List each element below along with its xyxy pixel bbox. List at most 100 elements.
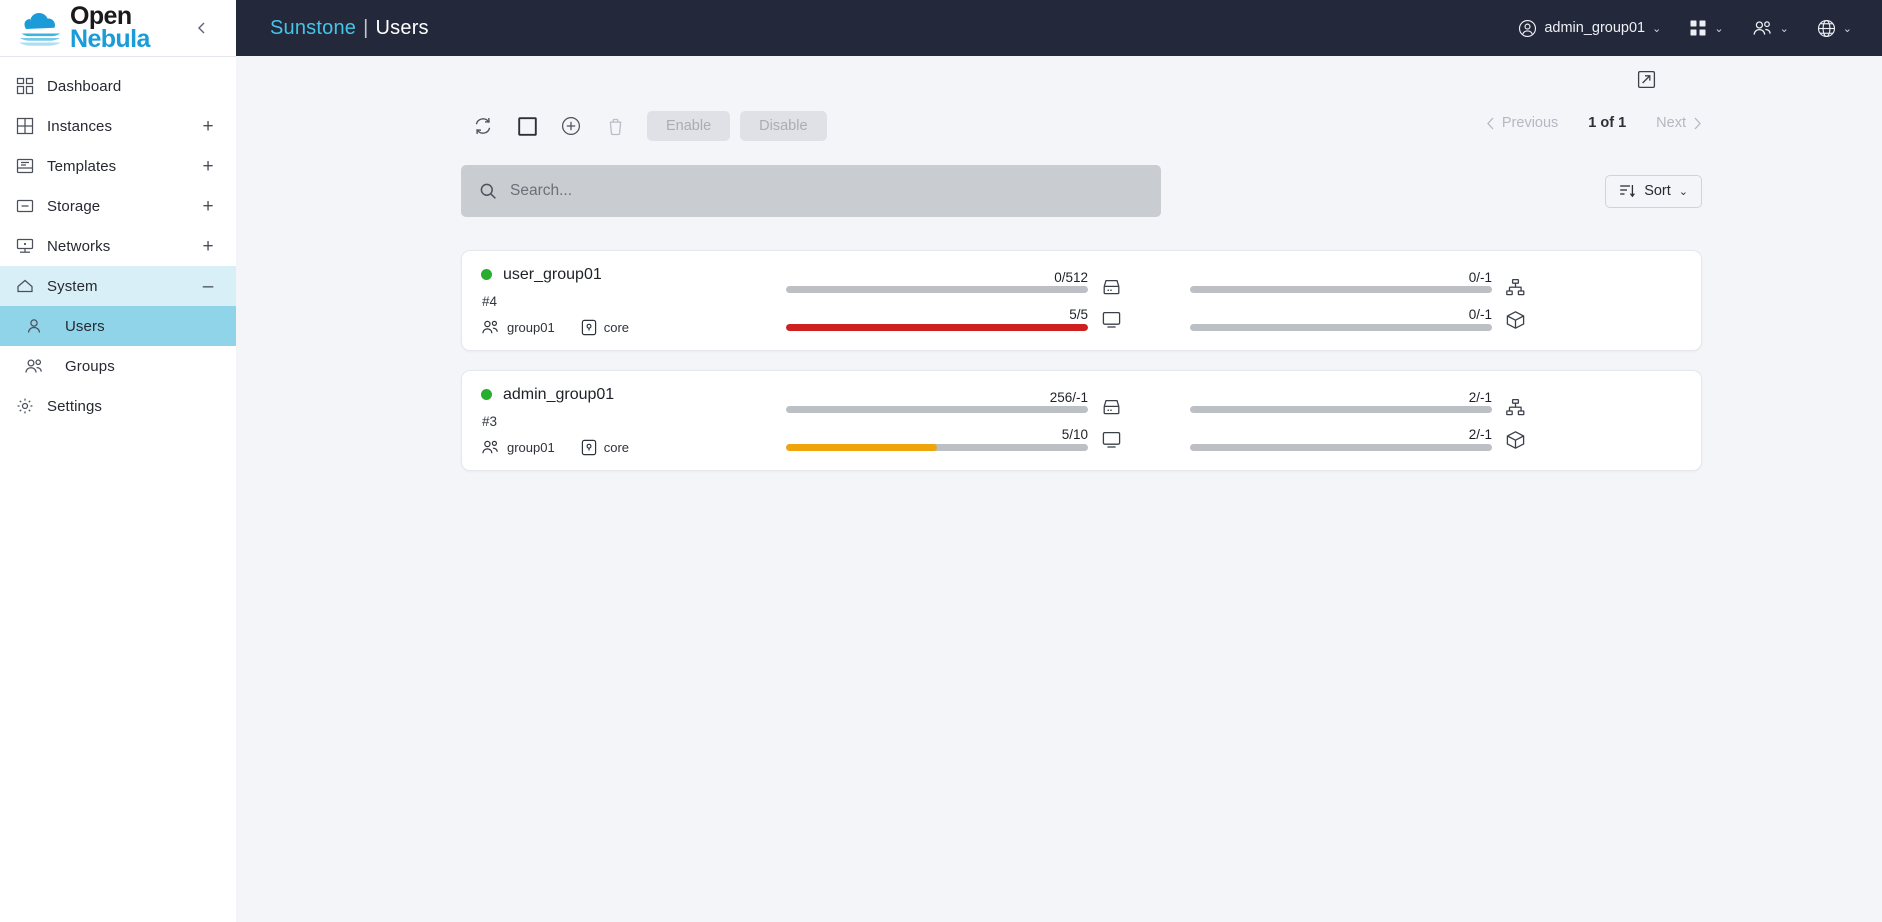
cloud-logo-icon (18, 8, 64, 48)
image-quota-icon (1505, 310, 1526, 330)
trash-icon[interactable] (593, 106, 637, 146)
user-menu[interactable]: admin_group01 ⌄ (1518, 19, 1661, 38)
topbar: Sunstone | Users admin_group01 ⌄ ⌄ ⌄ ⌄ (236, 0, 1882, 56)
chevron-down-icon: ⌄ (1678, 185, 1688, 198)
apps-grid-icon (1689, 19, 1707, 37)
user-info: user_group01 #4 group01 core (478, 251, 758, 350)
sidebar-item-groups[interactable]: Groups (0, 346, 236, 386)
user-title-row: admin_group01 (481, 386, 758, 404)
lock-icon (581, 319, 597, 336)
dashboard-icon (8, 77, 42, 95)
sidebar-item-storage[interactable]: Storage + (0, 186, 236, 226)
next-label: Next (1656, 115, 1686, 131)
search-icon (479, 182, 497, 200)
select-all-icon[interactable] (505, 106, 549, 146)
page-indicator: 1 of 1 (1588, 115, 1627, 131)
previous-button[interactable]: Previous (1486, 115, 1558, 131)
chevron-down-icon: ⌄ (1842, 22, 1852, 35)
app-name: Sunstone (270, 16, 357, 39)
quota-image-label: 2/-1 (1468, 427, 1492, 442)
next-button[interactable]: Next (1656, 115, 1702, 131)
user-title-row: user_group01 (481, 266, 758, 284)
quota-bars-resources: 0/-1 0/-1 (1190, 270, 1492, 331)
sidebar-item-settings[interactable]: Settings (0, 386, 236, 426)
enable-button[interactable]: Enable (647, 111, 731, 141)
add-circle-icon[interactable] (549, 106, 593, 146)
sidebar-item-system[interactable]: System – (0, 266, 236, 306)
sidebar-item-users[interactable]: Users (0, 306, 236, 346)
sidebar-item-instances[interactable]: Instances + (0, 106, 236, 146)
quota-image-label: 0/-1 (1468, 307, 1492, 322)
logo-wordmark: Open Nebula (70, 3, 150, 53)
sidebar: Open Nebula Dashboard Instances + Templa… (0, 0, 236, 922)
user-auth: core (581, 319, 629, 336)
quota-bars-compute: 256/-1 5/10 (786, 389, 1088, 451)
quota-bars-resources: 2/-1 2/-1 (1190, 390, 1492, 451)
status-badge (481, 269, 492, 280)
search-input[interactable] (510, 182, 1143, 200)
sidebar-item-templates[interactable]: Templates + (0, 146, 236, 186)
user-auth-label: core (603, 439, 630, 455)
sidebar-expand-storage[interactable]: + (200, 197, 216, 216)
user-group: group01 (481, 319, 555, 335)
table-row[interactable]: admin_group01 #3 group01 core 256/-1 5/1… (461, 370, 1702, 471)
user-meta: group01 core (481, 439, 758, 456)
search-box[interactable] (461, 165, 1161, 217)
sort-button[interactable]: Sort ⌄ (1605, 174, 1702, 208)
zone-menu[interactable]: ⌄ (1689, 19, 1724, 37)
chevron-down-icon: ⌄ (1714, 22, 1724, 35)
user-circle-icon (1518, 19, 1537, 38)
vm-icon (1101, 310, 1122, 329)
user-auth: core (581, 439, 629, 456)
quota-group-resources: 0/-1 0/-1 (1190, 251, 1526, 350)
content-toprow (266, 56, 1852, 104)
user-list: user_group01 #4 group01 core 0/512 5/5 0… (266, 250, 1852, 471)
disable-button[interactable]: Disable (740, 111, 827, 141)
content-area: Enable Disable Previous 1 of 1 Next Sear… (236, 56, 1882, 922)
lock-icon (581, 439, 597, 456)
quota-vm-fill (786, 443, 937, 451)
user-name: admin_group01 (503, 385, 615, 403)
sidebar-label-dashboard: Dashboard (47, 77, 122, 95)
opennebula-logo: Open Nebula (18, 3, 150, 53)
users-icon (481, 319, 500, 335)
group-menu[interactable]: ⌄ (1752, 19, 1789, 37)
quota-network: 2/-1 (1190, 390, 1492, 413)
quota-datastore: 0/512 (786, 270, 1088, 293)
datastore-icon (1101, 398, 1122, 417)
quota-network-bar (1190, 406, 1492, 413)
sidebar-collapse-system[interactable]: – (200, 277, 216, 296)
quota-vm-bar (786, 323, 1088, 331)
sidebar-label-networks: Networks (47, 237, 111, 255)
quota-image-bar (1190, 323, 1492, 331)
users-icon (8, 357, 60, 375)
sidebar-expand-networks[interactable]: + (200, 237, 216, 256)
quota-vm-bar (786, 443, 1088, 451)
expand-view-icon[interactable] (1637, 70, 1656, 89)
breadcrumb-separator: | (363, 16, 369, 39)
user-group-label: group01 (507, 319, 555, 335)
language-menu[interactable]: ⌄ (1817, 19, 1852, 38)
template-icon (8, 157, 42, 175)
previous-label: Previous (1501, 115, 1559, 131)
network-quota-icon (1505, 278, 1526, 297)
refresh-icon[interactable] (461, 106, 505, 146)
sidebar-item-dashboard[interactable]: Dashboard (0, 66, 236, 106)
user-icon (8, 317, 60, 335)
sort-icon (1619, 183, 1636, 199)
home-icon (8, 277, 42, 295)
quota-datastore-label: 256/-1 (1049, 389, 1088, 405)
quota-group-compute: 0/512 5/5 (786, 251, 1122, 350)
table-row[interactable]: user_group01 #4 group01 core 0/512 5/5 0… (461, 250, 1702, 351)
quota-vm-label: 5/10 (1061, 427, 1088, 442)
sidebar-expand-instances[interactable]: + (200, 117, 216, 136)
sidebar-label-templates: Templates (47, 157, 117, 175)
chevron-left-icon[interactable] (192, 18, 212, 38)
main-area: Sunstone | Users admin_group01 ⌄ ⌄ ⌄ ⌄ E… (236, 0, 1882, 922)
user-meta: group01 core (481, 319, 758, 336)
logo-nebula-text: Nebula (70, 25, 150, 53)
sidebar-expand-templates[interactable]: + (200, 157, 216, 176)
sidebar-item-networks[interactable]: Networks + (0, 226, 236, 266)
image-quota-icon (1505, 430, 1526, 450)
quota-image-bar (1190, 443, 1492, 451)
